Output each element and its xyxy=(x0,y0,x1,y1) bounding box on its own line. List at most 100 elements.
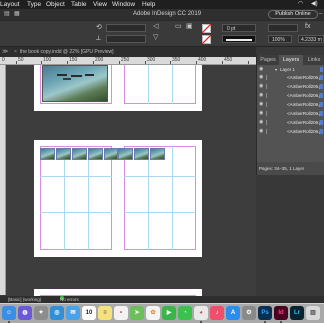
launchpad-icon[interactable]: ✦ xyxy=(34,306,48,320)
layout-switcher-icon[interactable]: ▤ xyxy=(4,11,10,18)
layer-item-row[interactable]: ◉ <AmberRoll206.jp xyxy=(257,83,324,90)
shear-field[interactable] xyxy=(106,35,146,43)
flip-vertical-icon[interactable]: ▽ xyxy=(153,34,158,42)
stroke-swatch[interactable] xyxy=(202,35,211,44)
siri-icon[interactable]: ◍ xyxy=(18,306,32,320)
safari-icon[interactable]: ◎ xyxy=(50,306,64,320)
menu-help[interactable]: Help xyxy=(142,0,155,9)
mail-icon[interactable]: ✉ xyxy=(66,306,80,320)
ruler-label: 200 xyxy=(95,57,104,63)
document-tab[interactable]: × the book copy.indd @ 22% [GPU Preview] xyxy=(14,48,174,57)
beach-photo[interactable] xyxy=(42,65,108,102)
menu-table[interactable]: Table xyxy=(71,0,87,9)
page-right-spread-1[interactable] xyxy=(118,65,202,111)
bridge-icon[interactable]: ▦ xyxy=(14,11,20,18)
layer-item-row[interactable]: ◉ <AmberRoll206.jp xyxy=(257,74,324,81)
page-left-spread-2[interactable] xyxy=(34,140,118,257)
layer-item-label: <AmberRoll206.jp xyxy=(287,102,323,107)
system-preferences-icon[interactable]: ⚙ xyxy=(242,306,256,320)
select-content-icon[interactable]: ▣ xyxy=(186,23,193,31)
eye-icon[interactable]: ◉ xyxy=(259,66,263,73)
eye-icon[interactable]: ◉ xyxy=(259,128,263,135)
tab-links[interactable]: Links xyxy=(303,55,324,65)
facetime-icon[interactable]: ▶ xyxy=(162,306,176,320)
amber-thumbnail[interactable] xyxy=(104,148,118,160)
lightroom-icon[interactable]: Lr xyxy=(290,306,304,320)
pasteboard[interactable] xyxy=(6,65,256,296)
amber-thumbnail[interactable] xyxy=(40,148,55,160)
layer-item-row[interactable]: ◉ <AmberRoll206.jp xyxy=(257,101,324,108)
menu-view[interactable]: View xyxy=(93,0,107,9)
stroke-weight-field[interactable]: 0 pt xyxy=(222,24,256,32)
amber-thumbnail[interactable] xyxy=(56,148,71,160)
amber-thumbnail[interactable] xyxy=(72,148,87,160)
wifi-icon[interactable]: ◠ xyxy=(298,0,303,9)
app-store-icon[interactable]: A xyxy=(226,306,240,320)
amber-thumbnail[interactable] xyxy=(118,148,133,160)
reminders-icon[interactable]: • xyxy=(114,306,128,320)
tab-pages[interactable]: Pages xyxy=(257,55,279,65)
stroke-type-dropdown[interactable] xyxy=(222,35,256,43)
layer-row-parent[interactable]: ◉ ▾ Layer 1 xyxy=(257,66,324,73)
calendar-icon[interactable]: 10 xyxy=(82,306,96,320)
fx-icon[interactable]: fx xyxy=(305,23,310,31)
rotation-field[interactable] xyxy=(106,24,146,32)
layer-item-label: <AmberRoll206.jp xyxy=(287,111,323,116)
horizontal-ruler[interactable]: 0 50 100 150 200 250 300 350 400 450 xyxy=(0,57,256,65)
volume-icon[interactable]: ◀) xyxy=(311,0,318,9)
reference-field[interactable] xyxy=(268,24,298,32)
layer-item-row[interactable]: ◉ <AmberRoll206.jp xyxy=(257,128,324,135)
chrome-icon[interactable]: ◕ xyxy=(194,306,208,320)
minimize-icon[interactable]: – xyxy=(319,11,322,18)
rotate-icon[interactable]: ⟲ xyxy=(96,24,102,32)
menu-object[interactable]: Object xyxy=(46,0,65,9)
fill-swatch[interactable] xyxy=(202,24,211,33)
amber-thumbnail[interactable] xyxy=(134,148,149,160)
eye-icon[interactable]: ◉ xyxy=(259,110,263,117)
flip-horizontal-icon[interactable]: ◁ xyxy=(153,23,158,31)
zoom-value: 100% xyxy=(272,37,285,43)
tab-layers[interactable]: Layers xyxy=(279,55,303,65)
eye-icon[interactable]: ◉ xyxy=(259,101,263,108)
page-spread-3[interactable] xyxy=(34,289,202,296)
amber-thumbnail[interactable] xyxy=(150,148,165,160)
column-guide xyxy=(88,146,89,250)
notes-icon[interactable]: ≡ xyxy=(98,306,112,320)
row-guide xyxy=(124,176,196,177)
collapse-icon[interactable]: ≫ xyxy=(2,47,8,57)
shear-icon[interactable]: ⟂ xyxy=(96,35,101,43)
layer-item-row[interactable]: ◉ <AmberRoll206.jp xyxy=(257,110,324,117)
select-container-icon[interactable]: ▭ xyxy=(175,23,182,31)
page-left-spread-1[interactable] xyxy=(34,65,118,111)
menu-type[interactable]: Type xyxy=(27,0,41,9)
indesign-icon[interactable]: Id xyxy=(274,306,288,320)
ruler-label: 300 xyxy=(147,57,156,63)
disclosure-triangle-icon[interactable]: ▾ xyxy=(275,66,277,73)
eye-icon[interactable]: ◉ xyxy=(259,83,263,90)
measure-field[interactable]: 4.2333 m xyxy=(298,35,324,43)
column-guide xyxy=(172,65,173,104)
menu-window[interactable]: Window xyxy=(112,0,135,9)
preview-icon[interactable]: ▥ xyxy=(306,306,320,320)
layer-color-swatch xyxy=(320,84,323,89)
page-right-spread-2[interactable] xyxy=(118,140,202,257)
margin-guide xyxy=(124,146,196,250)
layer-item-row[interactable]: ◉ <AmberRoll206.jp xyxy=(257,119,324,126)
eye-icon[interactable]: ◉ xyxy=(259,119,263,126)
zoom-field[interactable]: 100% xyxy=(268,35,292,43)
layers-panel-footer: Pages: 34–35, 1 Layer xyxy=(257,162,324,175)
eye-icon[interactable]: ◉ xyxy=(259,74,263,81)
layer-item-row[interactable]: ◉ <AmberRoll206.jp xyxy=(257,92,324,99)
publish-online-button[interactable]: Publish Online xyxy=(268,10,318,19)
close-icon[interactable]: × xyxy=(14,49,17,55)
amber-thumbnail[interactable] xyxy=(88,148,103,160)
maps-icon[interactable]: ➤ xyxy=(130,306,144,320)
menu-layout[interactable]: Layout xyxy=(0,0,20,9)
finder-icon[interactable]: ☺ xyxy=(2,306,16,320)
messages-icon[interactable]: ◔ xyxy=(178,306,192,320)
preflight-profile[interactable]: [Basic] (working) xyxy=(8,296,41,303)
photos-icon[interactable]: ✿ xyxy=(146,306,160,320)
eye-icon[interactable]: ◉ xyxy=(259,92,263,99)
photoshop-icon[interactable]: Ps xyxy=(258,306,272,320)
music-icon[interactable]: ♪ xyxy=(210,306,224,320)
